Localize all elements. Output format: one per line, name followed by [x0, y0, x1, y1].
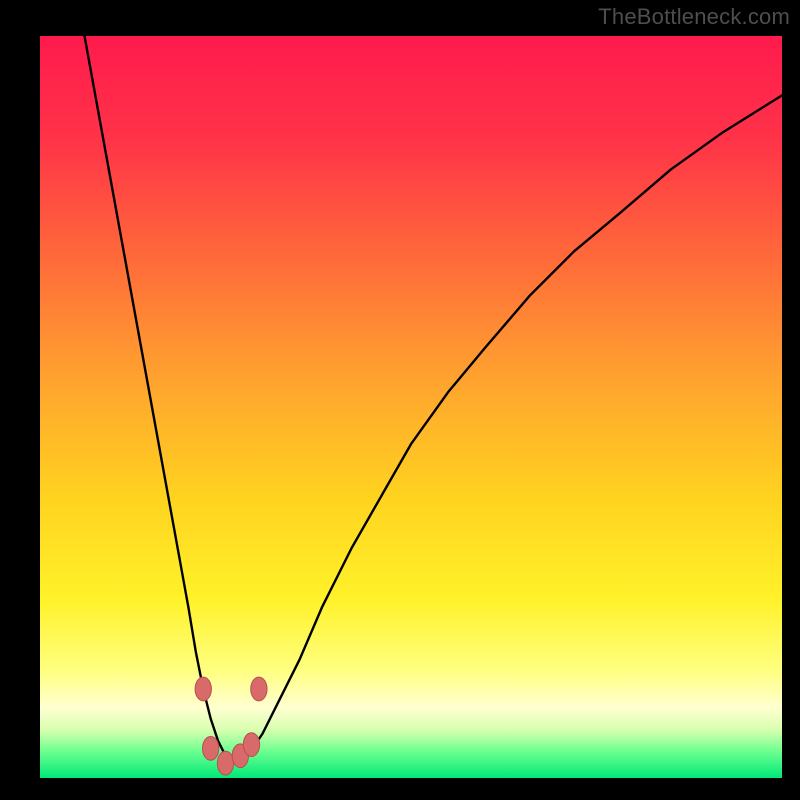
data-marker — [243, 733, 259, 757]
data-marker — [217, 751, 233, 775]
data-marker — [195, 677, 211, 701]
plot-area — [40, 36, 782, 778]
watermark-text: TheBottleneck.com — [598, 4, 790, 30]
chart-overlay — [40, 36, 782, 778]
marker-group — [195, 677, 267, 775]
chart-frame: TheBottleneck.com — [0, 0, 800, 800]
data-marker — [251, 677, 267, 701]
data-marker — [202, 736, 218, 760]
bottleneck-curve — [85, 36, 782, 763]
